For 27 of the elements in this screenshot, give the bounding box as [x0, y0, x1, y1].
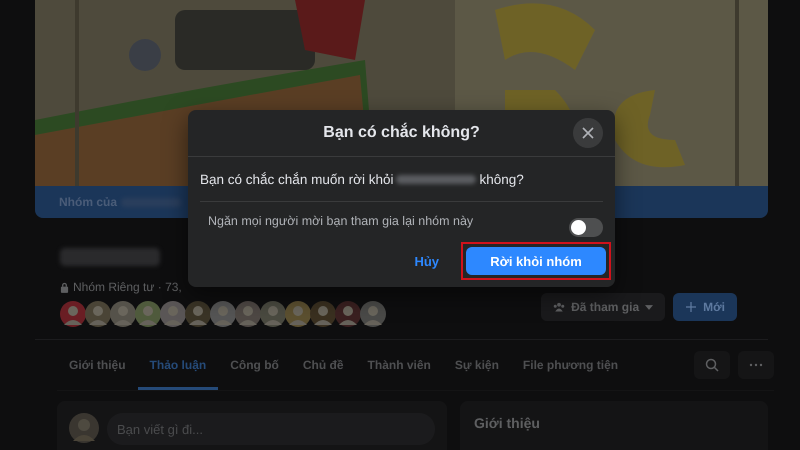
- group-privacy: Nhóm Riêng tư · 73,: [73, 280, 182, 294]
- cancel-link[interactable]: Hủy: [408, 252, 445, 270]
- tab[interactable]: Giới thiệu: [57, 340, 138, 390]
- close-icon: [582, 127, 594, 139]
- dialog-message: Bạn có chắc chắn muốn rời khỏi: [200, 172, 394, 186]
- leave-group-button[interactable]: Rời khỏi nhóm: [466, 247, 606, 275]
- tab[interactable]: Công bố: [218, 340, 291, 390]
- people-icon: [553, 302, 566, 312]
- lock-icon: [60, 282, 69, 292]
- dialog-title: Bạn có chắc không?: [323, 124, 480, 142]
- about-title: Giới thiệu: [474, 415, 540, 431]
- dialog-message: không?: [479, 172, 524, 186]
- joined-button[interactable]: Đã tham gia: [541, 293, 666, 321]
- search-icon: [705, 358, 719, 372]
- tab[interactable]: Thành viên: [356, 340, 443, 390]
- tab[interactable]: Sự kiện: [442, 340, 511, 390]
- tab[interactable]: Chủ đề: [290, 340, 356, 390]
- toggle-switch[interactable]: [569, 218, 603, 237]
- more-icon: [749, 363, 763, 367]
- option-label: Ngăn mọi người mời bạn tham gia lại nhóm này: [208, 214, 474, 228]
- search-button[interactable]: [694, 351, 730, 379]
- caret-icon: [645, 304, 654, 310]
- tab[interactable]: Thảo luận: [138, 340, 218, 390]
- tab[interactable]: File phương tiện: [510, 340, 630, 390]
- new-button[interactable]: Mới: [673, 293, 737, 321]
- plus-icon: [685, 302, 698, 312]
- close-button[interactable]: [573, 118, 603, 148]
